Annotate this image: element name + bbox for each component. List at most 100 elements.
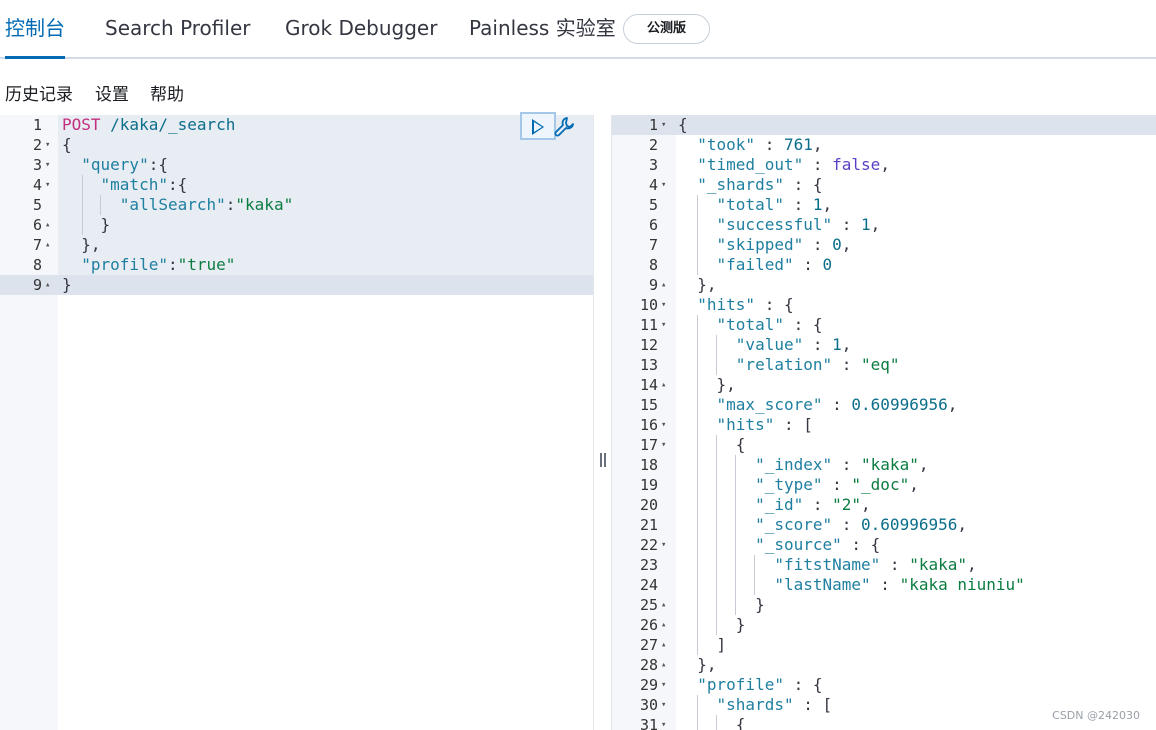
code-token: "eq" (861, 355, 900, 374)
code-token: "query" (81, 155, 149, 174)
code-line: 5 "total" : 1, (612, 195, 1156, 215)
response-editor[interactable]: 1 ▾{2 "took" : 761, 3 "timed_out" : false,… (612, 115, 1156, 730)
code-token: : (803, 495, 833, 514)
code-token: , (880, 155, 890, 174)
code-token: : (880, 555, 910, 574)
fold-up-icon[interactable]: ▴ (661, 275, 666, 295)
tab-search-profiler[interactable]: Search Profiler (105, 0, 250, 57)
fold-down-icon[interactable]: ▾ (661, 315, 666, 335)
code-token: "relation" (735, 355, 833, 374)
fold-up-icon[interactable]: ▴ (661, 615, 666, 635)
fold-up-icon[interactable]: ▴ (45, 235, 50, 255)
fold-down-icon[interactable]: ▾ (45, 155, 50, 175)
resize-handle-icon[interactable] (600, 453, 606, 467)
panel-resizer[interactable] (593, 115, 612, 730)
fold-down-icon[interactable]: ▾ (661, 175, 666, 195)
code-token: "match" (100, 175, 168, 194)
code-token: }, (678, 655, 717, 674)
line-number: 11 (639, 316, 658, 334)
fold-down-icon[interactable]: ▾ (661, 415, 666, 435)
fold-down-icon[interactable]: ▾ (661, 675, 666, 695)
line-number: 15 (639, 396, 658, 414)
wrench-icon[interactable] (553, 116, 575, 138)
top-tab-bar: 控制台 Search Profiler Grok Debugger Painle… (0, 0, 1156, 59)
code-line: 24 "lastName" : "kaka niuniu" (612, 575, 1156, 595)
tab-painless-lab[interactable]: Painless 实验室 (469, 0, 616, 57)
line-number: 9 (648, 276, 658, 294)
code-token: "max_score" (716, 395, 823, 414)
code-line: 8 "failed" : 0 (612, 255, 1156, 275)
fold-up-icon[interactable]: ▴ (45, 275, 50, 295)
line-number: 29 (639, 676, 658, 694)
code-token: , (918, 455, 929, 474)
code-token: "kaka niuniu" (899, 575, 1025, 594)
code-token: "took" (697, 135, 756, 154)
code-token: "hits" (697, 295, 756, 314)
fold-up-icon[interactable]: ▴ (661, 655, 666, 675)
code-token: 0 (832, 235, 842, 254)
code-text: POST /kaka/_search (62, 115, 235, 135)
code-token: "fitstName" (774, 555, 881, 574)
code-token: "_id" (755, 495, 804, 514)
code-text: }, (678, 655, 717, 675)
fold-down-icon[interactable]: ▾ (661, 715, 666, 730)
fold-up-icon[interactable]: ▴ (661, 635, 666, 655)
fold-up-icon[interactable]: ▴ (661, 375, 666, 395)
code-line: 14 ▴ }, (612, 375, 1156, 395)
code-token: :{ (167, 175, 188, 194)
code-token: , (841, 235, 852, 254)
code-token: } (678, 595, 765, 614)
code-token: "_source" (755, 535, 842, 554)
fold-down-icon[interactable]: ▾ (661, 295, 666, 315)
line-number: 30 (639, 696, 658, 714)
code-token: 0 (822, 255, 833, 274)
line-number: 26 (639, 616, 658, 634)
code-token: , (822, 195, 833, 214)
fold-down-icon[interactable]: ▾ (661, 115, 666, 135)
fold-up-icon[interactable]: ▴ (661, 595, 666, 615)
fold-down-icon[interactable]: ▾ (661, 535, 666, 555)
tab-console[interactable]: 控制台 (5, 0, 65, 59)
code-token: "_shards" (697, 175, 784, 194)
fold-down-icon[interactable]: ▾ (45, 135, 50, 155)
fold-down-icon[interactable]: ▾ (45, 175, 50, 195)
send-request-button[interactable] (520, 112, 556, 140)
line-number: 31 (639, 716, 658, 730)
code-token: "total" (716, 315, 784, 334)
code-text: } (678, 615, 746, 635)
code-text: "_shards" : { (678, 175, 822, 195)
code-token: "shards" (716, 695, 794, 714)
fold-up-icon[interactable]: ▴ (45, 215, 50, 235)
code-text: "fitstName" : "kaka", (678, 555, 976, 575)
fold-down-icon[interactable]: ▾ (661, 695, 666, 715)
code-token: , (861, 495, 871, 514)
code-token: /kaka/_search (100, 115, 236, 134)
code-line: 4 ▾ "match":{ (0, 175, 593, 195)
tab-grok-debugger[interactable]: Grok Debugger (285, 0, 437, 57)
code-line: 1 POST /kaka/_search (0, 115, 593, 135)
code-token: : { (783, 315, 823, 334)
code-text: "profile":"true" (62, 255, 235, 275)
code-line: 27 ▴ ] (612, 635, 1156, 655)
console-menu-bar: 历史记录 设置 帮助 (0, 60, 1156, 115)
code-token: } (62, 215, 111, 234)
code-line: 13 "relation" : "eq" (612, 355, 1156, 375)
code-token: "value" (735, 335, 804, 354)
code-line: 28 ▴ }, (612, 655, 1156, 675)
code-text: "hits" : { (678, 295, 793, 315)
code-token: "total" (716, 195, 784, 214)
settings-menu-item[interactable]: 设置 (95, 80, 129, 105)
help-menu-item[interactable]: 帮助 (150, 80, 184, 105)
fold-down-icon[interactable]: ▾ (661, 435, 666, 455)
code-token: , (870, 215, 881, 234)
history-menu-item[interactable]: 历史记录 (5, 80, 73, 105)
request-editor[interactable]: 1 POST /kaka/_search 2 ▾{3 ▾ "query":{4 ▾ "ma… (0, 115, 593, 730)
line-number: 8 (648, 256, 658, 274)
